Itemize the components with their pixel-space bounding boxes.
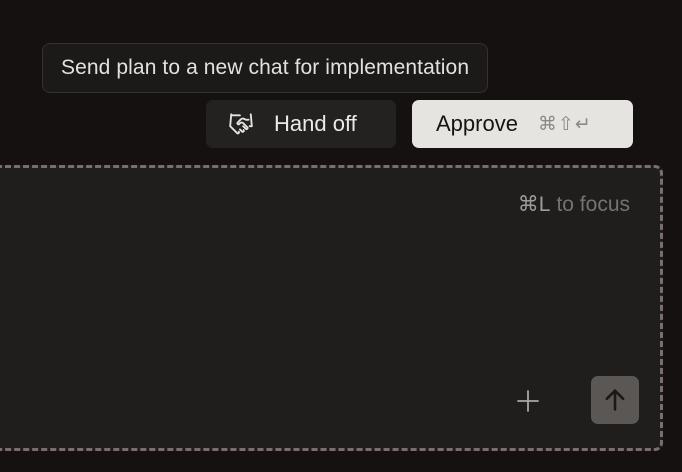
approve-button[interactable]: Approve ⌘⇧↵ [412, 100, 633, 148]
chat-composer[interactable]: ⌘L to focus [0, 165, 663, 451]
focus-hint-text: to focus [556, 193, 630, 216]
send-button[interactable] [591, 376, 639, 424]
handshake-icon [228, 111, 254, 137]
approve-shortcut: ⌘⇧↵ [537, 113, 592, 135]
handoff-tooltip: Send plan to a new chat for implementati… [42, 43, 489, 93]
arrow-up-icon [605, 389, 625, 411]
plus-icon [517, 390, 539, 412]
hand-off-button[interactable]: Hand off [206, 100, 396, 148]
add-attachment-button[interactable] [515, 388, 541, 414]
hand-off-label: Hand off [274, 111, 357, 136]
tooltip-text: Send plan to a new chat for implementati… [61, 56, 470, 79]
focus-hint: ⌘L to focus [518, 192, 630, 217]
focus-shortcut-key: ⌘L [517, 193, 551, 216]
approve-label: Approve [436, 111, 518, 136]
